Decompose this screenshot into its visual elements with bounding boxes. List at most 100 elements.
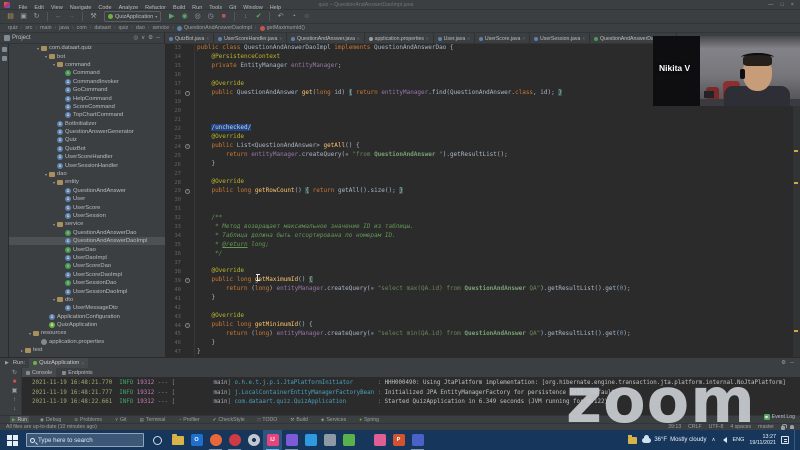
close-icon[interactable]: × [582,36,585,41]
structure-tool-icon[interactable] [2,56,7,61]
run-config-selector[interactable]: QuizApplication▾ [104,11,161,22]
close-icon[interactable]: × [279,36,282,41]
tab-userscorehandler-java[interactable]: UserScoreHandler.java× [214,33,287,44]
breadcrumb-item-src[interactable]: src [25,25,32,31]
tab-quizbot-java[interactable]: QuizBot.java× [165,33,214,44]
sync-icon[interactable]: ↻ [31,11,42,22]
code-line[interactable]: 38 @Override [165,267,793,276]
collapse-all-icon[interactable]: ∨ [141,35,145,41]
tree-item-test[interactable]: ▸test [9,346,165,354]
code-line[interactable]: 21 [165,116,793,125]
code-line[interactable]: 43 @Override [165,312,793,321]
taskbar-browser-red[interactable] [225,430,244,450]
project-panel-header[interactable]: Project ◎∨⚙─ [0,33,165,44]
override-gutter-icon[interactable]: ↑ [181,91,194,96]
breadcrumb-item-quiz[interactable]: quiz [119,25,129,31]
taskbar-app-blue-vscode[interactable] [301,430,320,450]
tree-item-userscoredao[interactable]: IUserScoreDao [9,262,165,270]
breadcrumb-item-getmaximumid[interactable]: getMaximumId() [260,25,305,31]
stop-icon[interactable]: ■ [218,11,229,22]
minimize-button[interactable]: — [768,2,774,8]
tab-usersession-java[interactable]: UserSession.java× [530,33,590,44]
code-line[interactable]: 33 * Метод возвращает максимальное значе… [165,223,793,232]
event-log-badge[interactable]: Event Log [764,414,795,420]
code-line[interactable]: 35 * @return long; [165,241,793,250]
taskbar-app-purple[interactable] [282,430,301,450]
breadcrumb-item-com[interactable]: com [77,25,87,31]
rerun-icon[interactable]: ↻ [12,369,17,377]
breadcrumb-item-quiz[interactable]: quiz [8,25,18,31]
warning-mark[interactable] [794,330,798,332]
run-icon[interactable]: ▶ [166,11,177,22]
breadcrumb-item-questionandanswerdaoimpl[interactable]: QuestionAndAnswerDaoImpl [177,25,252,31]
tree-item-userscoredaoimpl[interactable]: CUserScoreDaoImpl [9,271,165,279]
debug-icon[interactable]: ◉ [179,11,190,22]
tree-item-topchartcommand[interactable]: CTopChartCommand [9,111,165,119]
code-line[interactable]: 24↑ public List<QuestionAndAnswer> getAl… [165,142,793,151]
profiler-icon[interactable]: ◷ [205,11,216,22]
taskbar-settings-gear[interactable] [244,430,263,450]
rollback-icon[interactable]: ↶ [275,11,286,22]
code-line[interactable]: 22 /unchecked/ [165,124,793,133]
override-gutter-icon[interactable]: ↑ [181,144,194,149]
history-icon[interactable]: ◔ [288,11,299,22]
cortana-icon[interactable] [153,436,162,445]
code-line[interactable]: 29↑ public long getRowCount() { return g… [165,187,793,196]
code-line[interactable]: 31 [165,205,793,214]
code-line[interactable]: 28 @Override [165,178,793,187]
weather-widget[interactable]: 36°F Mostly cloudy [642,437,706,443]
search-everywhere-icon[interactable]: ○ [301,11,312,22]
tree-item-botinitializer[interactable]: CBotInitializer [9,120,165,128]
settings-icon[interactable]: ⚙ [781,360,786,366]
code-line[interactable]: 32 /** [165,214,793,223]
tree-item-questionandanswerdaoimpl[interactable]: CQuestionAndAnswerDaoImpl [9,237,165,245]
dump-icon[interactable]: ▣ [12,387,18,395]
taskbar-app-green-notepad[interactable] [339,430,358,450]
action-center-icon[interactable] [781,436,789,444]
close-icon[interactable]: × [206,36,209,41]
locate-icon[interactable]: ◎ [133,35,138,41]
breadcrumb-item-dataart[interactable]: dataart [94,25,111,31]
tree-item-dto[interactable]: ▾dto [9,296,165,304]
close-icon[interactable]: × [81,361,84,366]
tree-item-bot[interactable]: ▾bot [9,52,165,60]
search-input[interactable] [38,437,138,444]
tree-item-userdao[interactable]: IUserDao [9,245,165,253]
code-line[interactable]: 23 @Override [165,133,793,142]
hide-panel-icon[interactable]: ─ [790,360,794,366]
git-commit-icon[interactable]: ✔ [253,11,264,22]
code-line[interactable]: 27 [165,169,793,178]
taskbar-app-pink[interactable] [370,430,389,450]
tree-item-service[interactable]: ▾service [9,220,165,228]
lock-icon[interactable] [781,426,785,430]
code-line[interactable]: 34 * Таблица должна быть отсортирована п… [165,232,793,241]
coverage-icon[interactable]: ◎ [192,11,203,22]
taskbar-app-gray-word[interactable] [320,430,339,450]
code-line[interactable]: 36 */ [165,250,793,259]
code-line[interactable]: 20 [165,107,793,116]
start-button[interactable] [4,432,20,448]
down-stack-icon[interactable]: ↓ [13,405,16,413]
tree-item-helpcommand[interactable]: CHelpCommand [9,94,165,102]
tree-item-quizapplication[interactable]: SQuizApplication [9,321,165,329]
stop-icon[interactable]: ■ [13,378,17,386]
notifications-icon[interactable] [790,425,794,429]
taskbar-browser-firefox[interactable] [206,430,225,450]
tree-item-resources[interactable]: ▾resources [9,329,165,337]
tree-item-command[interactable]: ICommand [9,69,165,77]
tray-folder-icon[interactable] [628,437,637,444]
tree-item-userscorehandler[interactable]: CUserScoreHandler [9,153,165,161]
code-line[interactable]: 45 return (long) entityManager.createQue… [165,330,793,339]
taskbar-teams[interactable] [408,430,427,450]
code-line[interactable]: 41 } [165,294,793,303]
tree-item-quiz[interactable]: CQuiz [9,136,165,144]
settings-icon[interactable]: ⚙ [148,35,153,41]
breadcrumb-item-main[interactable]: main [40,25,51,31]
close-icon[interactable]: × [522,36,525,41]
tree-item-questionandanswer[interactable]: CQuestionAndAnswer [9,187,165,195]
hide-panel-icon[interactable]: ─ [156,35,160,41]
taskbar-outlook[interactable]: O [187,430,206,450]
tab-userscore-java[interactable]: UserScore.java× [475,33,530,44]
tree-item-applicationconfiguration[interactable]: CApplicationConfiguration [9,313,165,321]
maximize-button[interactable]: □ [780,2,783,8]
